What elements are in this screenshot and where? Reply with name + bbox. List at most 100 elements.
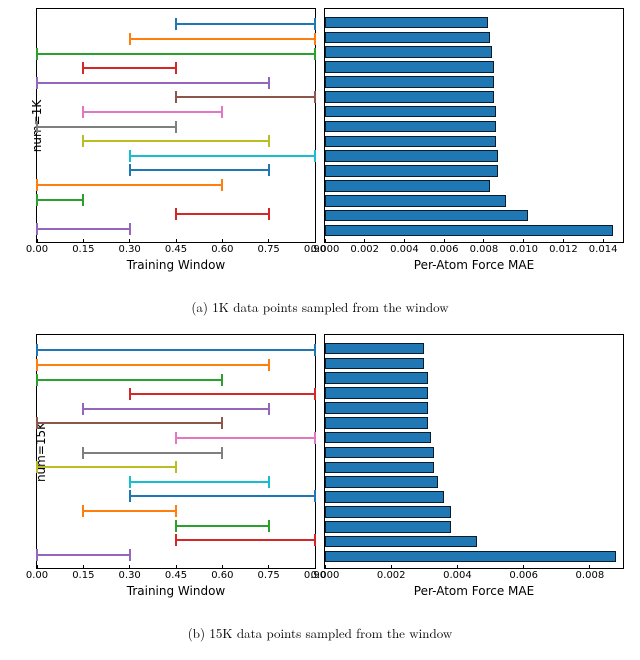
window-range (37, 496, 315, 497)
window-range (37, 482, 315, 483)
panel-b-left-plot: num=15K 0.000.150.300.450.600.750.90 Tra… (36, 334, 316, 569)
panel-a-right-xticks: 0.0000.0020.0040.0060.0080.0100.0120.014 (325, 244, 623, 258)
mae-bar (325, 46, 492, 58)
window-range (37, 540, 315, 541)
mae-bar (325, 536, 477, 548)
panel-b-left-xlabel: Training Window (127, 584, 225, 598)
x-tick-label: 0.006 (430, 244, 459, 255)
mae-bar (325, 76, 494, 88)
window-range (37, 350, 315, 351)
mae-bar (325, 372, 428, 384)
mae-bar (325, 521, 451, 533)
x-tick-label: 0.006 (509, 570, 538, 581)
window-range (37, 380, 315, 381)
mae-bar (325, 225, 613, 237)
window-range (37, 170, 315, 171)
window-range (37, 555, 315, 556)
window-range (37, 83, 315, 84)
mae-bar (325, 121, 496, 133)
x-tick-label: 0.002 (350, 244, 379, 255)
x-tick-label: 0.30 (119, 244, 141, 255)
window-range (37, 141, 315, 142)
x-tick-label: 0.000 (311, 570, 340, 581)
window-range (37, 229, 315, 230)
mae-bar (325, 210, 528, 222)
x-tick-label: 0.002 (377, 570, 406, 581)
panel-b-right-xlabel: Per-Atom Force MAE (414, 584, 534, 598)
mae-bar (325, 417, 428, 429)
figure: num=1K 0.000.150.300.450.600.750.90 Trai… (8, 8, 632, 660)
x-tick-label: 0.00 (26, 570, 48, 581)
mae-bar (325, 402, 428, 414)
panel-a-right-plot: 0.0000.0020.0040.0060.0080.0100.0120.014… (324, 8, 624, 243)
panel-a: num=1K 0.000.150.300.450.600.750.90 Trai… (8, 8, 632, 243)
mae-bar (325, 551, 616, 563)
x-tick-label: 0.012 (549, 244, 578, 255)
mae-bar (325, 476, 438, 488)
panel-b-right-plot: 0.0000.0020.0040.0060.008 Per-Atom Force… (324, 334, 624, 569)
x-tick-label: 0.60 (211, 570, 233, 581)
window-range (37, 24, 315, 25)
mae-bar (325, 150, 498, 162)
window-range (37, 365, 315, 366)
x-tick-label: 0.45 (165, 244, 187, 255)
x-tick-label: 0.010 (509, 244, 538, 255)
window-range (37, 511, 315, 512)
mae-bar (325, 106, 496, 118)
mae-bar (325, 506, 451, 518)
window-range (37, 185, 315, 186)
x-tick-label: 0.15 (72, 244, 94, 255)
window-range (37, 453, 315, 454)
x-tick-label: 0.30 (119, 570, 141, 581)
window-range (37, 127, 315, 128)
window-range (37, 97, 315, 98)
panel-b: num=15K 0.000.150.300.450.600.750.90 Tra… (8, 334, 632, 569)
mae-bar (325, 358, 424, 370)
x-tick-label: 0.004 (443, 570, 472, 581)
x-tick-label: 0.00 (26, 244, 48, 255)
caption-b: (b) 15K data points sampled from the win… (8, 623, 632, 642)
mae-bar (325, 17, 488, 29)
mae-bar (325, 180, 490, 192)
window-range (37, 409, 315, 410)
panel-a-left-plot: num=1K 0.000.150.300.450.600.750.90 Trai… (36, 8, 316, 243)
mae-bar (325, 91, 494, 103)
window-range (37, 156, 315, 157)
window-range (37, 39, 315, 40)
mae-bar (325, 165, 498, 177)
x-tick-label: 0.000 (311, 244, 340, 255)
x-tick-label: 0.75 (258, 244, 280, 255)
mae-bar (325, 136, 496, 148)
mae-bar (325, 491, 444, 503)
x-tick-label: 0.014 (589, 244, 618, 255)
panel-a-left-xlabel: Training Window (127, 258, 225, 272)
window-range (37, 467, 315, 468)
x-tick-label: 0.75 (258, 570, 280, 581)
window-range (37, 423, 315, 424)
x-tick-label: 0.15 (72, 570, 94, 581)
mae-bar (325, 343, 424, 355)
window-range (37, 214, 315, 215)
x-tick-label: 0.008 (576, 570, 605, 581)
window-range (37, 438, 315, 439)
window-range (37, 394, 315, 395)
panel-a-left-xticks: 0.000.150.300.450.600.750.90 (37, 244, 315, 258)
window-range (37, 200, 315, 201)
x-tick-label: 0.60 (211, 244, 233, 255)
mae-bar (325, 432, 431, 444)
mae-bar (325, 447, 434, 459)
x-tick-label: 0.008 (470, 244, 499, 255)
window-range (37, 112, 315, 113)
x-tick-label: 0.004 (390, 244, 419, 255)
mae-bar (325, 462, 434, 474)
window-range (37, 54, 315, 55)
panel-b-right-xticks: 0.0000.0020.0040.0060.008 (325, 570, 623, 584)
mae-bar (325, 61, 494, 73)
mae-bar (325, 387, 428, 399)
caption-a: (a) 1K data points sampled from the wind… (8, 297, 632, 316)
mae-bar (325, 32, 490, 44)
window-range (37, 526, 315, 527)
mae-bar (325, 195, 506, 207)
window-range (37, 68, 315, 69)
panel-a-right-xlabel: Per-Atom Force MAE (414, 258, 534, 272)
